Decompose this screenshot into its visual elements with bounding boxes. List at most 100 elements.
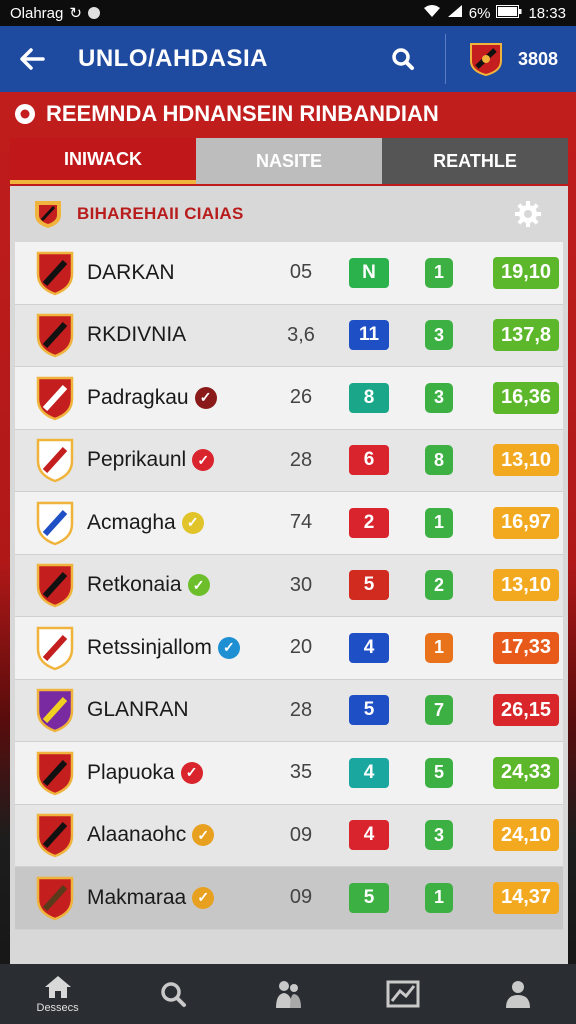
- points-value: 74: [289, 511, 313, 534]
- tab-1[interactable]: INIWACK: [10, 138, 196, 184]
- table-row[interactable]: DARKAN 05 N 1 19,10: [15, 242, 563, 305]
- verified-check-icon: ✓: [187, 574, 210, 597]
- stat-badge-primary: 8: [349, 382, 389, 413]
- team-name: Acmagha: [87, 510, 176, 534]
- profile-icon: [506, 981, 531, 1008]
- team-name: Retkonaia: [87, 573, 182, 597]
- verified-check-icon: ✓: [217, 636, 240, 659]
- search-icon: [161, 982, 186, 1007]
- rating-badge: 137,8: [493, 319, 559, 352]
- table-row[interactable]: Padragkau ✓ 26 8 3 16,36: [15, 367, 563, 430]
- table-row[interactable]: RKDIVNIA 3,6 11 3 137,8: [15, 304, 563, 367]
- team-name-cell: Makmaraa ✓: [87, 886, 275, 910]
- table-row[interactable]: Retkonaia ✓ 30 5 2 13,10: [15, 554, 563, 617]
- points-value: 26: [289, 386, 313, 409]
- back-arrow-icon[interactable]: [12, 39, 52, 79]
- points-value: 28: [289, 698, 313, 721]
- verified-check-icon: ✓: [192, 886, 215, 909]
- team-name: Alaanaohc: [87, 823, 187, 847]
- header-count: 3808: [517, 48, 558, 69]
- section-header: REEMNDA HDNANSEIN RINBANDIAN: [14, 100, 439, 128]
- table-row[interactable]: Retssinjallom ✓ 20 4 1 17,33: [15, 617, 563, 680]
- rating-badge: 24,10: [493, 819, 559, 852]
- stat-badge-primary: 4: [349, 757, 389, 788]
- points-value: 30: [289, 573, 313, 596]
- team-crest-icon: [36, 314, 74, 358]
- rating-badge: 13,10: [493, 444, 559, 477]
- stat-badge-primary: 4: [349, 820, 389, 851]
- table-row[interactable]: Peprikaunl ✓ 28 6 8 13,10: [15, 429, 563, 492]
- nav-players[interactable]: [230, 964, 345, 1024]
- players-icon: [276, 981, 301, 1008]
- rating-badge: 19,10: [493, 256, 559, 289]
- verified-check-icon: ✓: [192, 824, 215, 847]
- team-crest-icon: [36, 626, 74, 671]
- clock: 18:33: [528, 4, 566, 22]
- verified-check-icon: ✓: [192, 449, 215, 472]
- team-name-cell: RKDIVNIA: [87, 323, 275, 347]
- home-icon: [44, 976, 71, 998]
- nav-search[interactable]: [115, 964, 230, 1024]
- stat-badge-secondary: 2: [425, 570, 453, 601]
- stat-badge-primary: 5: [349, 695, 389, 726]
- table-row[interactable]: Makmaraa ✓ 09 5 1 14,37: [15, 867, 563, 930]
- team-name: RKDIVNIA: [87, 323, 187, 347]
- team-name: Retssinjallom: [87, 635, 212, 659]
- team-name: Padragkau: [87, 385, 189, 409]
- bottom-nav: Dessecs: [0, 964, 576, 1024]
- stat-badge-secondary: 1: [425, 507, 453, 538]
- divider: [444, 34, 446, 84]
- rating-badge: 16,97: [493, 506, 559, 539]
- team-crest-icon: [36, 689, 74, 733]
- tab-3[interactable]: REATHLE: [382, 138, 568, 184]
- team-name-cell: Padragkau ✓: [87, 386, 275, 410]
- team-name-cell: Retkonaia ✓: [87, 573, 275, 597]
- stat-badge-primary: 6: [349, 445, 389, 476]
- league-logo-icon: [35, 201, 61, 228]
- team-name: Peprikaunl: [87, 448, 187, 472]
- points-value: 05: [289, 261, 313, 284]
- rating-badge: 14,37: [493, 881, 559, 914]
- points-value: 09: [289, 823, 313, 846]
- team-name-cell: Peprikaunl ✓: [87, 448, 275, 472]
- table-row[interactable]: Acmagha ✓ 74 2 1 16,97: [15, 492, 563, 555]
- standings-list: DARKAN 05 N 1 19,10 RKDIVNIA 3,6 11 3 137,8 Padrag…: [15, 242, 563, 930]
- team-crest-icon: [36, 564, 74, 608]
- battery-icon: [496, 4, 522, 22]
- nav-profile[interactable]: [461, 964, 576, 1024]
- stat-badge-secondary: 3: [425, 820, 453, 851]
- team-name-cell: Alaanaohc ✓: [87, 823, 275, 847]
- stat-badge-secondary: 3: [425, 382, 453, 413]
- team-name-cell: Retssinjallom ✓: [87, 636, 275, 660]
- tab-2[interactable]: NASITE: [196, 138, 382, 184]
- rating-badge: 24,33: [493, 756, 559, 789]
- section-title: REEMNDA HDNANSEIN RINBANDIAN: [46, 101, 439, 126]
- points-value: 35: [289, 761, 313, 784]
- table-row[interactable]: Alaanaohc ✓ 09 4 3 24,10: [15, 804, 563, 867]
- points-value: 3,6: [287, 323, 315, 346]
- stat-badge-secondary: 8: [425, 445, 453, 476]
- points-value: 09: [289, 886, 313, 909]
- nav-home[interactable]: Dessecs: [0, 964, 115, 1024]
- rating-badge: 17,33: [493, 631, 559, 664]
- gear-icon[interactable]: [513, 199, 543, 229]
- team-crest-icon: [36, 251, 74, 296]
- rating-badge: 13,10: [493, 569, 559, 602]
- stat-badge-primary: 11: [349, 320, 389, 351]
- table-row[interactable]: GLANRAN 28 5 7 26,15: [15, 679, 563, 742]
- stat-badge-primary: 5: [349, 570, 389, 601]
- chart-icon: [386, 980, 420, 1008]
- table-row[interactable]: Plapuoka ✓ 35 4 5 24,33: [15, 742, 563, 805]
- search-icon[interactable]: [383, 39, 423, 79]
- team-name-cell: Acmagha ✓: [87, 511, 275, 535]
- app-title: UNLO/AHDASIA: [78, 45, 268, 72]
- club-logo-icon[interactable]: [468, 41, 504, 77]
- team-name-cell: GLANRAN: [87, 698, 275, 722]
- team-crest-icon: [36, 876, 74, 921]
- stat-badge-secondary: 1: [425, 257, 453, 288]
- record-icon: [15, 104, 35, 124]
- team-name-cell: DARKAN: [87, 261, 275, 285]
- stat-badge-primary: 4: [349, 632, 389, 663]
- nav-stats[interactable]: [346, 964, 461, 1024]
- team-name: Plapuoka: [87, 760, 175, 784]
